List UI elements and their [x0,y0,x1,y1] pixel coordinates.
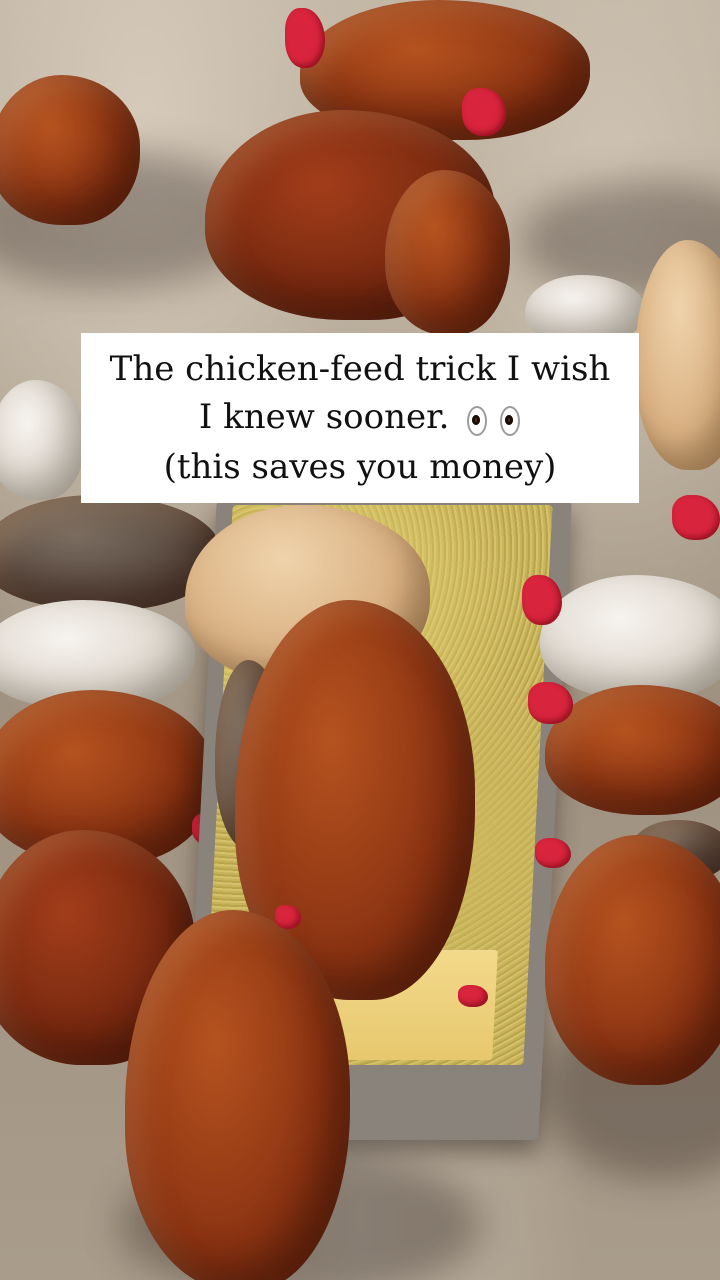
left-eye-icon [467,406,488,436]
hen-comb [522,575,562,625]
right-eye-icon [500,406,521,436]
hen [0,380,85,500]
caption-line-1: The chicken-feed trick I wish [109,349,611,389]
hen [125,910,350,1280]
caption-line-3: (this saves you money) [163,447,557,487]
photo-background: The chicken-feed trick I wish I knew soo… [0,0,720,1280]
hen-comb [535,838,571,868]
caption-line-2: I knew sooner. [199,393,521,443]
caption-line-2-text: I knew sooner. [198,397,450,437]
eyes-emoji-icon [466,395,521,443]
hen-comb [275,905,301,929]
hen [540,575,720,700]
hen [385,170,510,335]
hen-comb [458,985,488,1007]
hen [0,75,140,225]
hen-comb [462,88,506,136]
hen-comb [528,682,573,724]
caption-overlay: The chicken-feed trick I wish I knew soo… [81,333,639,503]
hen-comb [285,8,325,68]
hen-comb [672,495,720,540]
hen [545,835,720,1085]
